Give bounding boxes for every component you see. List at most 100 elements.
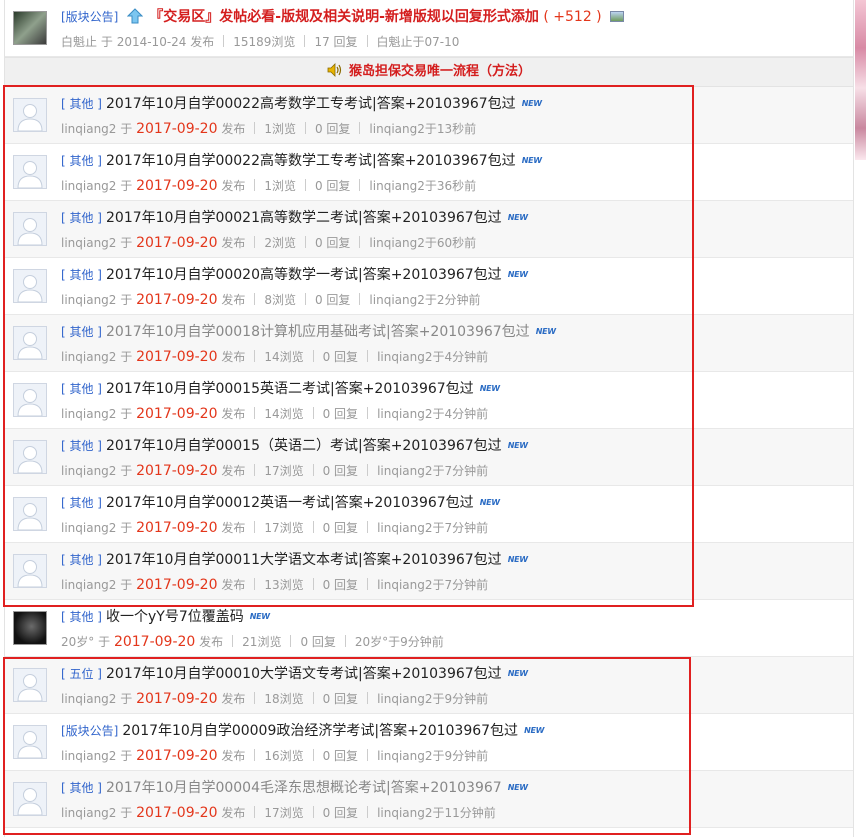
thread-title-line: [ 五位 ] 2017年10月自学00010大学语文专考试|答案+20103967…	[61, 664, 528, 684]
thread-category-tag[interactable]: [ 其他 ]	[61, 325, 102, 339]
thread-row[interactable]: [版块公告] 2017年10月自学00009政治经济学考试|答案+20103967…	[5, 714, 853, 771]
thread-category-tag[interactable]: [ 其他 ]	[61, 439, 102, 453]
thread-category-tag[interactable]: [ 其他 ]	[61, 382, 102, 396]
thread-category-tag[interactable]: [ 其他 ]	[61, 781, 102, 795]
thread-date: 2017-09-20	[136, 406, 218, 422]
avatar[interactable]	[13, 212, 47, 246]
thread-author[interactable]: linqiang2	[61, 293, 116, 307]
thread-title-link[interactable]: 2017年10月自学00010大学语文专考试|答案+20103967包过	[106, 666, 502, 682]
thread-row[interactable]: [ 其他 ] 2017年10月自学00012英语一考试|答案+20103967包过…	[5, 486, 853, 543]
thread-author[interactable]: linqiang2	[61, 692, 116, 706]
thread-category-tag[interactable]: [ 其他 ]	[61, 496, 102, 510]
announcement-title-link[interactable]: 『交易区』发帖必看-版规及相关说明-新增版规以回复形式添加	[149, 9, 539, 25]
announcement-tag[interactable]: [版块公告]	[61, 10, 118, 24]
thread-row[interactable]: [ 其他 ] 2017年10月自学00011大学语文本考试|答案+20103967…	[5, 543, 853, 600]
announcement-author[interactable]: 白魁止	[61, 35, 97, 49]
thread-last-reply[interactable]: linqiang2于13秒前	[369, 122, 476, 136]
thread-title-link[interactable]: 2017年10月自学00022高等数学工专考试|答案+20103967包过	[106, 153, 516, 169]
thread-author[interactable]: linqiang2	[61, 350, 116, 364]
avatar[interactable]	[13, 782, 47, 816]
thread-last-reply[interactable]: linqiang2于4分钟前	[377, 407, 488, 421]
thread-author[interactable]: 20岁°	[61, 635, 94, 649]
thread-title-link[interactable]: 2017年10月自学00022高考数学工专考试|答案+20103967包过	[106, 96, 516, 112]
thread-row[interactable]: [ 其他 ] 2017年10月自学00015（英语二）考试|答案+20103967…	[5, 429, 853, 486]
thread-author[interactable]: linqiang2	[61, 236, 116, 250]
thread-views: 8浏览	[264, 293, 296, 307]
thread-last-reply[interactable]: linqiang2于11分钟前	[377, 806, 496, 820]
thread-last-reply[interactable]: linqiang2于4分钟前	[377, 350, 488, 364]
thread-category-tag[interactable]: [ 其他 ]	[61, 97, 102, 111]
thread-last-reply[interactable]: linqiang2于9分钟前	[377, 749, 488, 763]
thread-author[interactable]: linqiang2	[61, 122, 116, 136]
thread-last-reply[interactable]: linqiang2于7分钟前	[377, 521, 488, 535]
avatar[interactable]	[13, 269, 47, 303]
thread-row[interactable]: [ 其他 ] 2017年10月自学00021高等数学二考试|答案+20103967…	[5, 201, 853, 258]
announcement-reply-count: ( +512 )	[543, 9, 602, 25]
avatar[interactable]	[13, 155, 47, 189]
avatar[interactable]	[13, 98, 47, 132]
thread-author[interactable]: linqiang2	[61, 806, 116, 820]
announcement-row[interactable]: [版块公告] 『交易区』发帖必看-版规及相关说明-新增版规以回复形式添加 ( +…	[5, 0, 853, 57]
avatar[interactable]	[13, 440, 47, 474]
thread-publish-label: 发布	[199, 635, 224, 649]
thread-row[interactable]: [ 其他 ] 2017年10月自学00020高等数学一考试|答案+20103967…	[5, 258, 853, 315]
avatar[interactable]	[13, 11, 47, 45]
thread-author[interactable]: linqiang2	[61, 179, 116, 193]
meta-divider	[312, 521, 314, 533]
announcement-last-reply[interactable]: 白魁止于07-10	[377, 35, 460, 49]
thread-title-link[interactable]: 2017年10月自学00011大学语文本考试|答案+20103967包过	[106, 552, 502, 568]
thread-row[interactable]: [ 其他 ] 收一个yY号7位覆盖码 NEW 20岁° 于 2017-09-20 发布…	[5, 600, 853, 657]
thread-last-reply[interactable]: linqiang2于2分钟前	[369, 293, 480, 307]
thread-last-reply[interactable]: linqiang2于60秒前	[369, 236, 476, 250]
avatar[interactable]	[13, 611, 47, 645]
thread-publish-label: 发布	[221, 806, 246, 820]
meta-divider	[367, 692, 369, 704]
thread-date: 2017-09-20	[136, 463, 218, 479]
thread-last-reply[interactable]: linqiang2于9分钟前	[377, 692, 488, 706]
thread-title-link[interactable]: 2017年10月自学00015（英语二）考试|答案+20103967包过	[106, 438, 502, 454]
thread-title-link[interactable]: 2017年10月自学00021高等数学二考试|答案+20103967包过	[106, 210, 502, 226]
thread-title-link[interactable]: 2017年10月自学00012英语一考试|答案+20103967包过	[106, 495, 474, 511]
thread-last-reply[interactable]: linqiang2于7分钟前	[377, 464, 488, 478]
thread-author[interactable]: linqiang2	[61, 464, 116, 478]
thread-row[interactable]: [ 其他 ] 2017年10月自学00022高考数学工专考试|答案+2010396…	[5, 87, 853, 144]
thread-last-reply[interactable]: 20岁°于9分钟前	[355, 635, 444, 649]
avatar[interactable]	[13, 554, 47, 588]
thread-row[interactable]: [ 其他 ] 2017年10月自学00004毛泽东思想概论考试|答案+201039…	[5, 771, 853, 828]
avatar[interactable]	[13, 326, 47, 360]
thread-author[interactable]: linqiang2	[61, 521, 116, 535]
thread-row[interactable]: [ 五位 ] 2017年10月自学00010大学语文专考试|答案+20103967…	[5, 657, 853, 714]
thread-category-tag[interactable]: [ 其他 ]	[61, 553, 102, 567]
thread-title-link[interactable]: 收一个yY号7位覆盖码	[106, 609, 244, 625]
thread-category-tag[interactable]: [ 其他 ]	[61, 268, 102, 282]
thread-category-tag[interactable]: [版块公告]	[61, 724, 118, 738]
thread-date: 2017-09-20	[136, 691, 218, 707]
pin-up-arrow-icon	[126, 8, 144, 30]
avatar[interactable]	[13, 383, 47, 417]
thread-author[interactable]: linqiang2	[61, 749, 116, 763]
thread-last-reply[interactable]: linqiang2于36秒前	[369, 179, 476, 193]
thread-author[interactable]: linqiang2	[61, 578, 116, 592]
thread-row[interactable]: [ 其他 ] 2017年10月自学00015英语二考试|答案+20103967包过…	[5, 372, 853, 429]
avatar[interactable]	[13, 497, 47, 531]
thread-replies: 0 回复	[322, 692, 359, 706]
meta-divider	[312, 407, 314, 419]
thread-title-link[interactable]: 2017年10月自学00009政治经济学考试|答案+20103967包过	[122, 723, 518, 739]
thread-row[interactable]: [ 其他 ] 2017年10月自学00022高等数学工专考试|答案+2010396…	[5, 144, 853, 201]
thread-category-tag[interactable]: [ 五位 ]	[61, 667, 102, 681]
thread-row[interactable]: [ 其他 ] 2017年10月自学00018计算机应用基础考试|答案+201039…	[5, 315, 853, 372]
avatar[interactable]	[13, 725, 47, 759]
thread-title-link[interactable]: 2017年10月自学00020高等数学一考试|答案+20103967包过	[106, 267, 502, 283]
escrow-banner[interactable]: 猴岛担保交易唯一流程（方法）	[5, 57, 853, 87]
thread-title-link[interactable]: 2017年10月自学00015英语二考试|答案+20103967包过	[106, 381, 474, 397]
thread-title-link[interactable]: 2017年10月自学00004毛泽东思想概论考试|答案+20103967	[106, 780, 502, 796]
thread-category-tag[interactable]: [ 其他 ]	[61, 154, 102, 168]
avatar[interactable]	[13, 668, 47, 702]
thread-last-reply[interactable]: linqiang2于7分钟前	[377, 578, 488, 592]
thread-category-tag[interactable]: [ 其他 ]	[61, 610, 102, 624]
thread-category-tag[interactable]: [ 其他 ]	[61, 211, 102, 225]
thread-views: 17浏览	[264, 806, 304, 820]
meta-divider	[312, 806, 314, 818]
thread-title-link[interactable]: 2017年10月自学00018计算机应用基础考试|答案+20103967包过	[106, 324, 530, 340]
thread-author[interactable]: linqiang2	[61, 407, 116, 421]
